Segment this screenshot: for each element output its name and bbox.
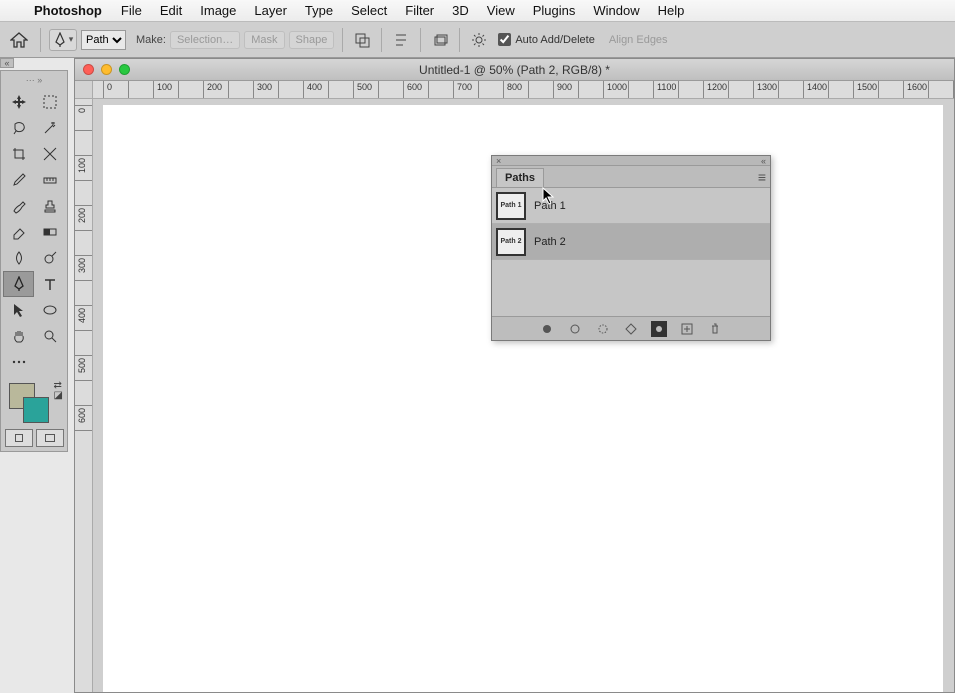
- lasso-tool[interactable]: [3, 115, 34, 141]
- more-tools[interactable]: [3, 349, 34, 375]
- screen-mode-icon[interactable]: [36, 429, 64, 447]
- ruler-tool[interactable]: [34, 167, 65, 193]
- document-title: Untitled-1 @ 50% (Path 2, RGB/8) *: [75, 63, 954, 77]
- minimize-window-button[interactable]: [101, 64, 112, 75]
- path-select-tool[interactable]: [3, 297, 34, 323]
- collapsed-dock-toggle[interactable]: «: [0, 58, 14, 68]
- paths-empty-area[interactable]: [492, 260, 770, 316]
- menu-3d[interactable]: 3D: [443, 3, 478, 18]
- tool-mode-select[interactable]: Path: [81, 30, 126, 50]
- path-item-label: Path 1: [534, 200, 566, 212]
- paths-panel-footer: [492, 316, 770, 340]
- menu-view[interactable]: View: [478, 3, 524, 18]
- new-path-icon[interactable]: [679, 321, 695, 337]
- tool-empty: [34, 349, 65, 375]
- zoom-tool[interactable]: [34, 323, 65, 349]
- stamp-tool[interactable]: [34, 193, 65, 219]
- separator: [420, 28, 421, 52]
- gear-icon[interactable]: [468, 29, 490, 51]
- panel-menu-icon[interactable]: ≡: [758, 169, 766, 185]
- close-panel-icon[interactable]: ×: [496, 156, 501, 166]
- close-window-button[interactable]: [83, 64, 94, 75]
- panel-grip[interactable]: × «: [492, 156, 770, 166]
- menu-edit[interactable]: Edit: [151, 3, 191, 18]
- paths-list: Path 1 Path 1 Path 2 Path 2: [492, 188, 770, 260]
- zoom-window-button[interactable]: [119, 64, 130, 75]
- tools-panel-header[interactable]: ⋯ »: [3, 75, 65, 89]
- path-thumbnail[interactable]: Path 1: [496, 192, 526, 220]
- separator: [342, 28, 343, 52]
- align-edges-label: Align Edges: [609, 34, 668, 46]
- paths-tab[interactable]: Paths: [496, 168, 544, 187]
- fill-path-icon[interactable]: [539, 321, 555, 337]
- menu-help[interactable]: Help: [649, 3, 694, 18]
- path-operations-icon[interactable]: [351, 29, 373, 51]
- marquee-tool[interactable]: [34, 89, 65, 115]
- move-tool[interactable]: [3, 89, 34, 115]
- panel-tabbar: Paths ≡: [492, 166, 770, 188]
- menu-image[interactable]: Image: [191, 3, 245, 18]
- magic-wand-tool[interactable]: [34, 115, 65, 141]
- color-swatches: ⇄◪: [3, 381, 65, 425]
- type-tool[interactable]: [34, 271, 65, 297]
- stroke-path-icon[interactable]: [567, 321, 583, 337]
- blur-tool[interactable]: [3, 245, 34, 271]
- menu-plugins[interactable]: Plugins: [524, 3, 585, 18]
- make-mask-button[interactable]: Mask: [244, 31, 284, 49]
- eraser-tool[interactable]: [3, 219, 34, 245]
- menu-window[interactable]: Window: [584, 3, 648, 18]
- dodge-tool[interactable]: [34, 245, 65, 271]
- auto-add-delete-checkbox[interactable]: Auto Add/Delete: [498, 33, 595, 46]
- hand-tool[interactable]: [3, 323, 34, 349]
- delete-path-icon[interactable]: [707, 321, 723, 337]
- menu-filter[interactable]: Filter: [396, 3, 443, 18]
- document-titlebar[interactable]: Untitled-1 @ 50% (Path 2, RGB/8) *: [75, 59, 954, 81]
- gradient-tool[interactable]: [34, 219, 65, 245]
- vertical-ruler[interactable]: 0100200300400500600: [75, 99, 93, 692]
- swap-default-colors-icon[interactable]: ⇄◪: [54, 381, 63, 401]
- add-mask-icon[interactable]: [651, 321, 667, 337]
- background-color-swatch[interactable]: [23, 397, 49, 423]
- standard-mode-icon[interactable]: [5, 429, 33, 447]
- menu-type[interactable]: Type: [296, 3, 342, 18]
- tools-panel: ⋯ » ⇄◪: [0, 70, 68, 452]
- horizontal-ruler[interactable]: 0100200300400500600700800900100011001200…: [93, 81, 954, 99]
- separator: [459, 28, 460, 52]
- document-window: Untitled-1 @ 50% (Path 2, RGB/8) * 01002…: [74, 58, 955, 693]
- crop-tool[interactable]: [3, 141, 34, 167]
- path-item[interactable]: Path 1 Path 1: [492, 188, 770, 224]
- menu-file[interactable]: File: [112, 3, 151, 18]
- load-selection-icon[interactable]: [595, 321, 611, 337]
- path-item-label: Path 2: [534, 236, 566, 248]
- make-work-path-icon[interactable]: [623, 321, 639, 337]
- menu-select[interactable]: Select: [342, 3, 396, 18]
- options-bar: ▾ Path Make: Selection… Mask Shape Auto …: [0, 22, 955, 58]
- ellipse-shape-tool[interactable]: [34, 297, 65, 323]
- pen-tool[interactable]: [3, 271, 34, 297]
- separator: [381, 28, 382, 52]
- collapse-panel-icon[interactable]: «: [761, 156, 766, 166]
- eyedropper-tool[interactable]: [3, 167, 34, 193]
- path-item[interactable]: Path 2 Path 2: [492, 224, 770, 260]
- current-tool-pen-icon[interactable]: ▾: [49, 29, 77, 51]
- brush-tool[interactable]: [3, 193, 34, 219]
- make-shape-button[interactable]: Shape: [289, 31, 335, 49]
- menu-layer[interactable]: Layer: [245, 3, 296, 18]
- path-align-icon[interactable]: [390, 29, 412, 51]
- make-label: Make:: [136, 34, 166, 46]
- app-name[interactable]: Photoshop: [24, 3, 112, 18]
- canvas-area[interactable]: × « Paths ≡ Path 1 Path 1 Path 2 Path 2: [93, 99, 954, 692]
- slice-tool[interactable]: [34, 141, 65, 167]
- path-arrange-icon[interactable]: [429, 29, 451, 51]
- paths-panel: × « Paths ≡ Path 1 Path 1 Path 2 Path 2: [491, 155, 771, 341]
- path-thumbnail[interactable]: Path 2: [496, 228, 526, 256]
- make-selection-button[interactable]: Selection…: [170, 31, 240, 49]
- ruler-origin[interactable]: [75, 81, 93, 99]
- mac-menu-bar: Photoshop FileEditImageLayerTypeSelectFi…: [0, 0, 955, 22]
- separator: [40, 28, 41, 52]
- home-button[interactable]: [6, 27, 32, 53]
